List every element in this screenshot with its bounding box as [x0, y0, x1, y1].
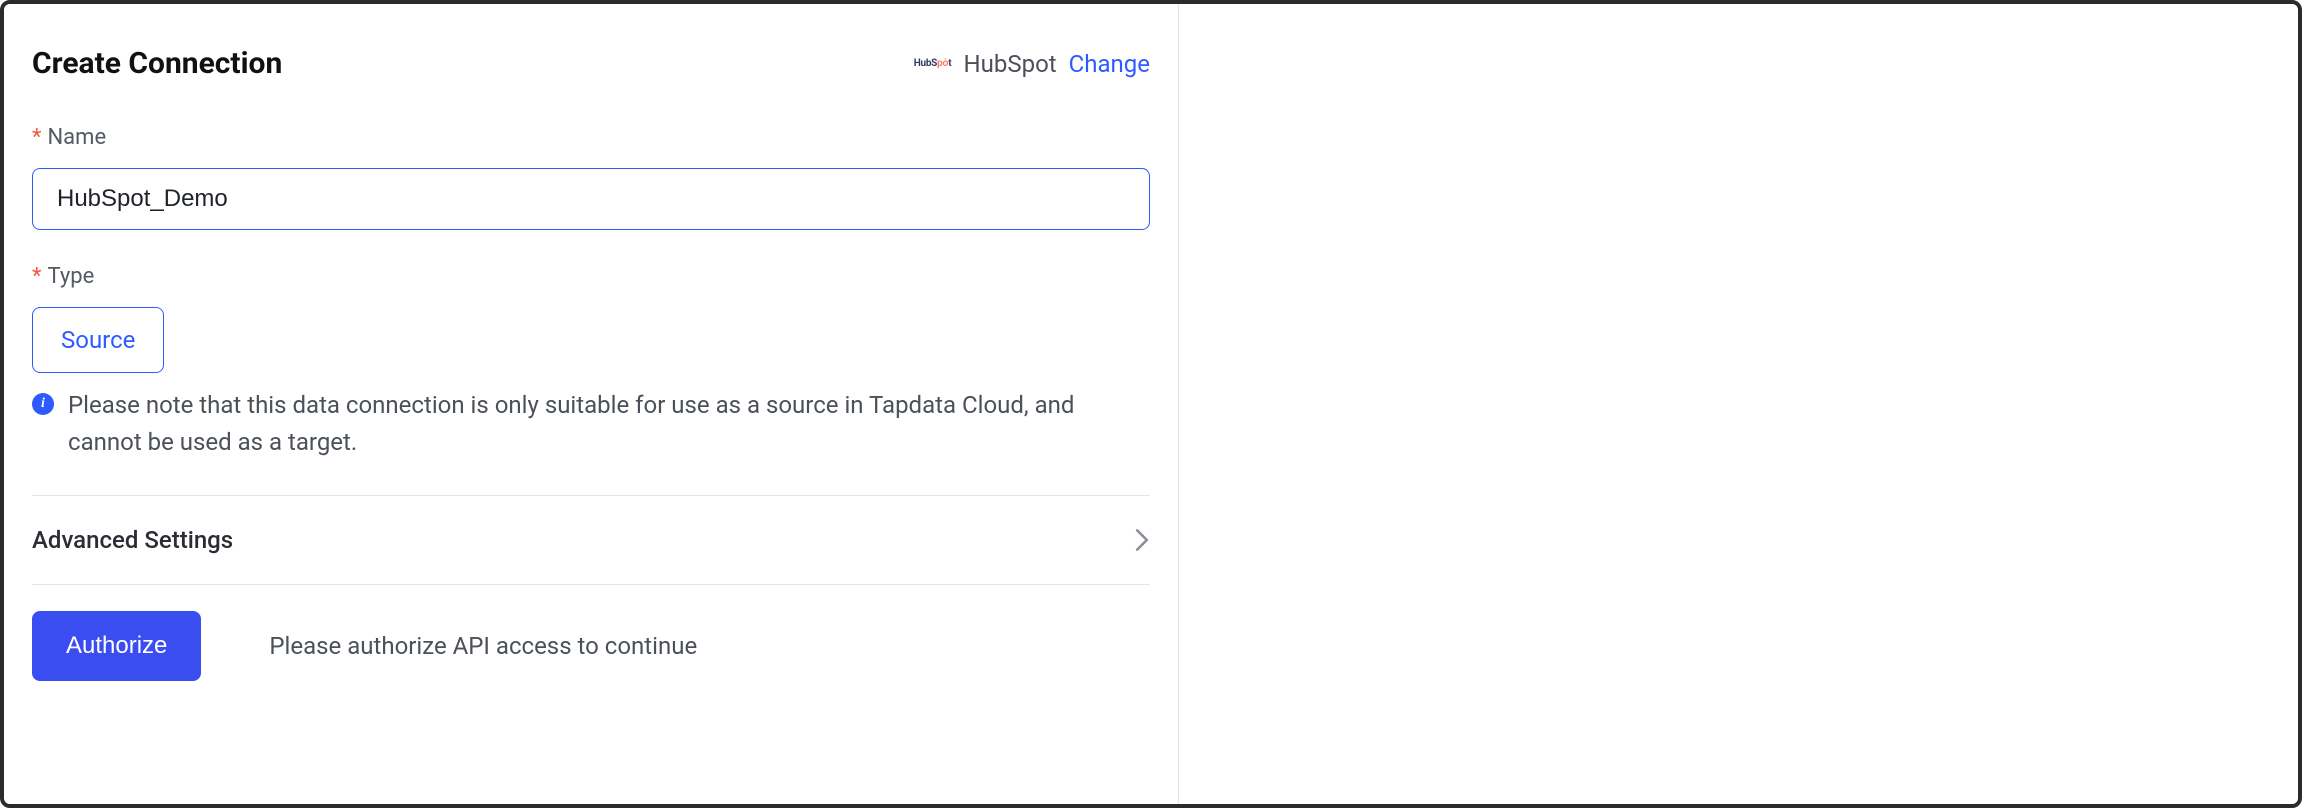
- authorize-row: Authorize Please authorize API access to…: [32, 585, 1150, 681]
- type-note: i Please note that this data connection …: [32, 387, 1150, 461]
- type-field: * Type Source i Please note that this da…: [32, 264, 1150, 461]
- page-title: Create Connection: [32, 46, 282, 81]
- required-marker: *: [32, 264, 41, 289]
- header-row: Create Connection HubSpȯt HubSpot Change: [32, 46, 1150, 81]
- left-panel: Create Connection HubSpȯt HubSpot Change…: [4, 4, 1179, 804]
- advanced-settings-label: Advanced Settings: [32, 526, 233, 554]
- authorize-hint: Please authorize API access to continue: [269, 632, 697, 660]
- chevron-right-icon: [1134, 527, 1150, 553]
- name-label-text: Name: [47, 125, 106, 150]
- hubspot-logo-icon: HubSpȯt: [914, 53, 952, 75]
- name-label: * Name: [32, 125, 1150, 150]
- advanced-settings-row[interactable]: Advanced Settings: [32, 496, 1150, 585]
- type-label: * Type: [32, 264, 1150, 289]
- brand-name: HubSpot: [964, 50, 1057, 78]
- required-marker: *: [32, 125, 41, 150]
- app-frame: Create Connection HubSpȯt HubSpot Change…: [0, 0, 2302, 808]
- change-link[interactable]: Change: [1069, 50, 1150, 78]
- right-panel: [1219, 4, 2298, 804]
- info-icon: i: [32, 393, 54, 415]
- brand-row: HubSpȯt HubSpot Change: [914, 50, 1150, 78]
- type-label-text: Type: [47, 264, 94, 289]
- type-note-text: Please note that this data connection is…: [68, 387, 1150, 461]
- name-field: * Name: [32, 125, 1150, 230]
- authorize-button[interactable]: Authorize: [32, 611, 201, 681]
- name-input[interactable]: [32, 168, 1150, 230]
- type-source-chip[interactable]: Source: [32, 307, 164, 373]
